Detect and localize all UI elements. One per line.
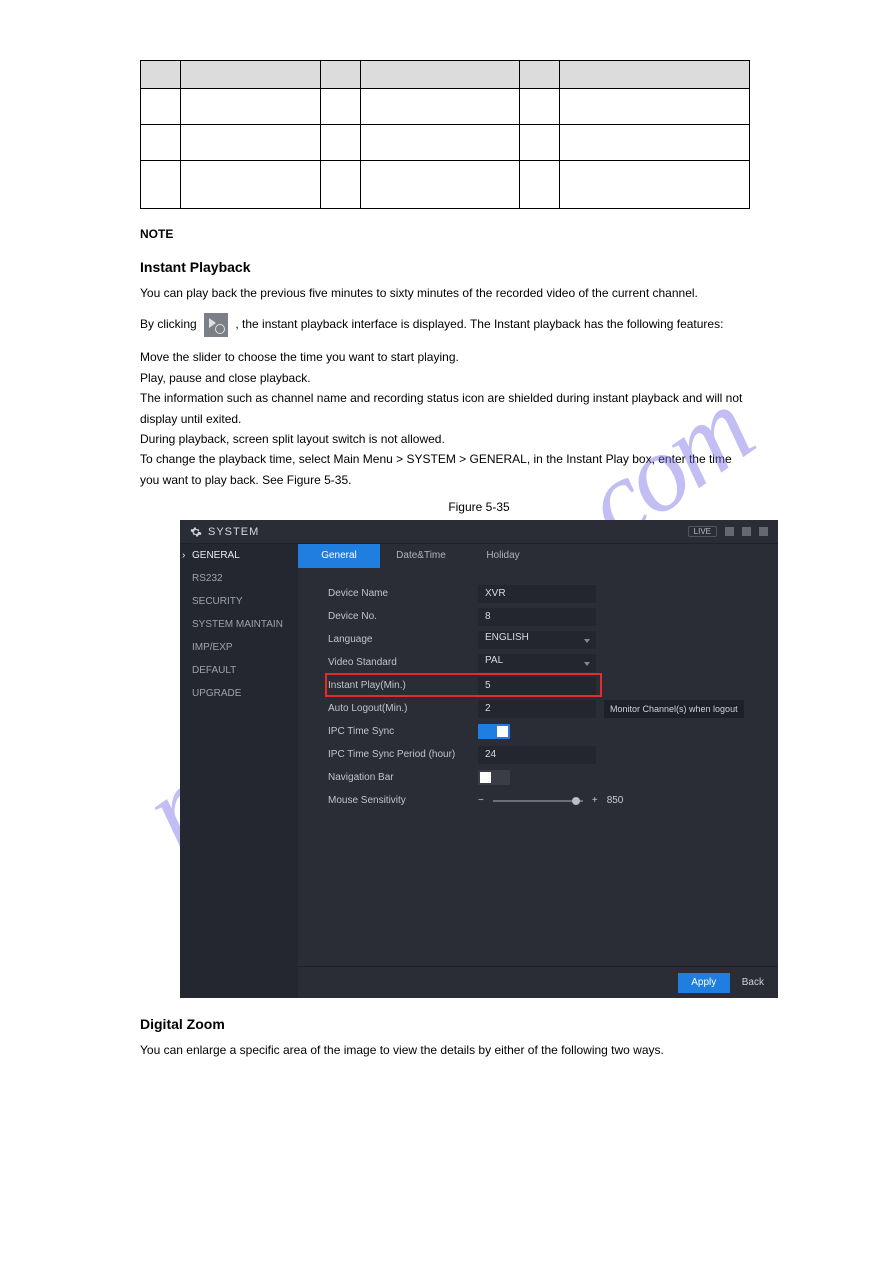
gear-icon: [190, 526, 202, 538]
tab-general[interactable]: General: [298, 544, 380, 568]
action-bar: Apply Back: [298, 966, 778, 998]
device-no-input[interactable]: [478, 608, 596, 626]
section-instant-playback-heading: Instant Playback: [140, 259, 753, 275]
video-standard-select[interactable]: PAL: [478, 654, 596, 672]
sidebar-item-rs232[interactable]: RS232: [180, 567, 298, 590]
apply-button[interactable]: Apply: [678, 973, 730, 993]
mouse-sensitivity-value: 850: [607, 795, 624, 806]
sidebar-item-default[interactable]: DEFAULT: [180, 659, 298, 682]
tab-holiday[interactable]: Holiday: [462, 544, 544, 568]
device-name-input[interactable]: [478, 585, 596, 603]
sentence-prefix: By clicking: [140, 318, 200, 332]
tab-bar: General Date&Time Holiday: [298, 544, 778, 568]
ipc-time-sync-period-input[interactable]: [478, 746, 596, 764]
mouse-sensitivity-label: Mouse Sensitivity: [328, 795, 478, 806]
sidebar-item-upgrade[interactable]: UPGRADE: [180, 682, 298, 705]
sentence-suffix: , the instant playback interface is disp…: [235, 318, 723, 332]
monitor-channels-button[interactable]: Monitor Channel(s) when logout: [604, 700, 744, 718]
slider-plus-icon[interactable]: +: [592, 795, 598, 806]
ipc-time-sync-period-label: IPC Time Sync Period (hour): [328, 749, 478, 760]
sidebar-item-general[interactable]: GENERAL: [180, 544, 298, 567]
device-no-label: Device No.: [328, 611, 478, 622]
icon-reference-table: [140, 60, 750, 209]
bullet-item: During playback, screen split layout swi…: [140, 429, 753, 449]
live-badge: LIVE: [688, 526, 717, 537]
window-title: SYSTEM: [208, 526, 259, 538]
instant-play-label: Instant Play(Min.): [328, 680, 478, 691]
slider-thumb[interactable]: [572, 797, 580, 805]
instant-playback-intro: You can play back the previous five minu…: [140, 283, 753, 303]
slider-minus-icon[interactable]: −: [478, 795, 484, 806]
auto-logout-label: Auto Logout(Min.): [328, 703, 478, 714]
tab-date-time[interactable]: Date&Time: [380, 544, 462, 568]
sidebar-item-security[interactable]: SECURITY: [180, 590, 298, 613]
ipc-time-sync-label: IPC Time Sync: [328, 726, 478, 737]
navigation-bar-toggle[interactable]: [478, 770, 510, 785]
sidebar-item-imp-exp[interactable]: IMP/EXP: [180, 636, 298, 659]
auto-logout-input[interactable]: [478, 700, 596, 718]
device-name-label: Device Name: [328, 588, 478, 599]
bullet-item: The information such as channel name and…: [140, 388, 753, 429]
grid-icon[interactable]: [759, 527, 768, 536]
system-settings-screenshot: SYSTEM LIVE GENERAL RS232 SECURITY SYSTE…: [180, 520, 778, 998]
language-label: Language: [328, 634, 478, 645]
sidebar: GENERAL RS232 SECURITY SYSTEM MAINTAIN I…: [180, 544, 298, 998]
section-digital-zoom-heading: Digital Zoom: [140, 1016, 753, 1032]
window-titlebar: SYSTEM LIVE: [180, 520, 778, 544]
instant-playback-icon: [204, 313, 228, 337]
mouse-sensitivity-slider[interactable]: [493, 800, 583, 802]
sidebar-item-system-maintain[interactable]: SYSTEM MAINTAIN: [180, 613, 298, 636]
back-button[interactable]: Back: [742, 977, 764, 988]
instant-play-input[interactable]: [478, 677, 596, 695]
note-label: NOTE: [140, 227, 753, 241]
instant-playback-icon-sentence: By clicking , the instant playback inter…: [140, 313, 753, 337]
exit-icon[interactable]: [742, 527, 751, 536]
user-icon[interactable]: [725, 527, 734, 536]
instant-play-row-highlighted: Instant Play(Min.): [328, 674, 760, 697]
figure-caption: Figure 5-35: [180, 500, 778, 514]
feature-bullets: Move the slider to choose the time you w…: [140, 347, 753, 490]
bullet-item: Move the slider to choose the time you w…: [140, 347, 753, 367]
language-select[interactable]: ENGLISH: [478, 631, 596, 649]
digital-zoom-intro: You can enlarge a specific area of the i…: [140, 1040, 753, 1060]
navigation-bar-label: Navigation Bar: [328, 772, 478, 783]
video-standard-label: Video Standard: [328, 657, 478, 668]
bullet-item: To change the playback time, select Main…: [140, 449, 753, 490]
bullet-item: Play, pause and close playback.: [140, 368, 753, 388]
ipc-time-sync-toggle[interactable]: [478, 724, 510, 739]
